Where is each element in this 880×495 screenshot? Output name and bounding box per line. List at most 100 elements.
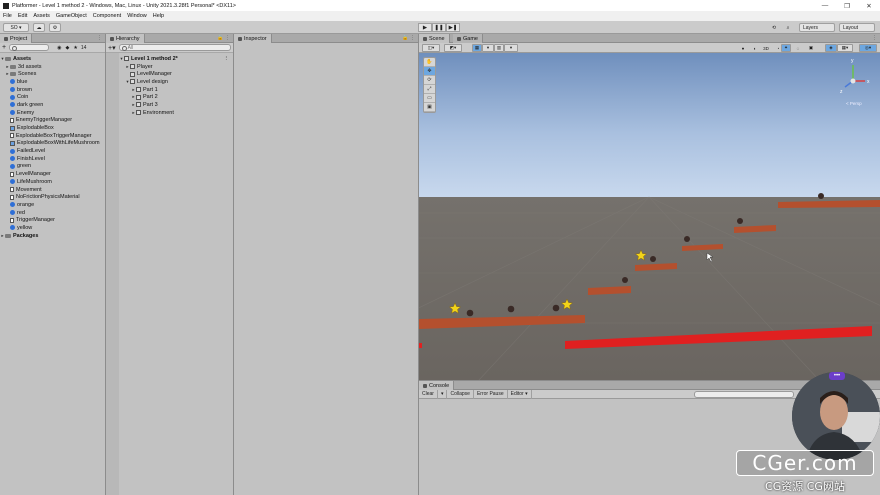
move-tool-icon[interactable]: ✥ xyxy=(424,67,435,76)
enemy-icon[interactable] xyxy=(650,256,656,262)
draw-mode-dropdown[interactable]: ◫▾ xyxy=(422,44,440,52)
enemy-icon[interactable] xyxy=(507,305,515,313)
project-search-input[interactable] xyxy=(9,44,50,51)
transform-tool-icon[interactable]: ▣ xyxy=(424,103,435,112)
collapse-button[interactable]: Collapse xyxy=(447,389,474,399)
project-list-item[interactable]: EnemyTriggerManager xyxy=(0,117,105,125)
step-button[interactable]: ▶❚ xyxy=(446,23,460,32)
account-dropdown[interactable]: SO ▾ xyxy=(3,23,29,32)
tab-game[interactable]: Game xyxy=(453,34,483,43)
pivot-toggle[interactable]: ▦ xyxy=(472,44,482,52)
hierarchy-item[interactable]: ▸ Player xyxy=(119,63,233,71)
layers-dropdown[interactable]: Layers xyxy=(799,23,835,32)
pause-button[interactable]: ❚❚ xyxy=(432,23,446,32)
hand-tool-icon[interactable]: ✋ xyxy=(424,58,435,67)
project-list-item[interactable]: ▸ Scenes xyxy=(0,70,105,78)
clear-button[interactable]: Clear xyxy=(419,389,438,399)
hierarchy-item[interactable]: LevelManager xyxy=(119,70,233,78)
history-icon[interactable]: ⟲ xyxy=(769,23,779,32)
global-toggle[interactable]: ▾ xyxy=(482,44,494,52)
lighting-icon[interactable]: ◐ xyxy=(750,44,760,52)
create-button[interactable]: + xyxy=(2,44,6,51)
label-icon[interactable]: ◆ xyxy=(65,45,69,51)
project-list-item[interactable]: orange xyxy=(0,201,105,209)
project-list-item[interactable]: ExplodableBox xyxy=(0,124,105,132)
project-list-item[interactable]: blue xyxy=(0,78,105,86)
snap-settings-dropdown[interactable]: ▾ xyxy=(504,44,518,52)
project-list-item[interactable]: LifeMushroom xyxy=(0,178,105,186)
enemy-icon[interactable] xyxy=(684,236,690,242)
scene-viewport[interactable]: y x z < Persp ✋ ✥ ⟳ ⤢ ▭ ▣ xyxy=(419,53,880,380)
project-list-item[interactable]: Movement xyxy=(0,186,105,194)
layout-dropdown[interactable]: Layout xyxy=(839,23,875,32)
search-icon[interactable]: ⌕ xyxy=(783,23,793,32)
project-list-item[interactable]: dark green xyxy=(0,101,105,109)
panel-menu-icon[interactable]: ⋮ xyxy=(872,35,877,41)
project-list-item[interactable]: green xyxy=(0,163,105,171)
gizmos-toggle[interactable]: ◈ xyxy=(825,44,837,52)
rect-tool-icon[interactable]: ▭ xyxy=(424,94,435,103)
tab-project[interactable]: Project xyxy=(0,34,33,43)
camera-icon[interactable]: ▣ xyxy=(805,44,817,52)
menu-edit[interactable]: Edit xyxy=(18,13,27,19)
tree-row-scene[interactable]: ▾ Level 1 method 2* ⋮ xyxy=(119,55,233,63)
mode-3d-toggle[interactable]: 3D xyxy=(760,44,772,52)
gizmos-dropdown[interactable]: ▦▾ xyxy=(837,44,853,52)
filter-icon[interactable]: ◉ xyxy=(57,45,61,51)
menu-gameobject[interactable]: GameObject xyxy=(56,13,87,19)
menu-component[interactable]: Component xyxy=(93,13,121,19)
project-list-item[interactable]: ExplodableBoxWithLifeMushroom xyxy=(0,140,105,148)
tab-hierarchy[interactable]: Hierarchy xyxy=(106,34,145,43)
enemy-icon[interactable] xyxy=(737,218,743,224)
effects-toggle[interactable]: ✦ xyxy=(781,44,791,52)
rotate-tool-icon[interactable]: ⟳ xyxy=(424,76,435,85)
panel-menu-icon[interactable]: ⋮ xyxy=(97,35,102,41)
project-list-item[interactable]: red xyxy=(0,209,105,217)
tree-row-packages[interactable]: ▸ Packages xyxy=(0,232,105,240)
project-list-item[interactable]: ▸ 3d assets xyxy=(0,63,105,71)
scene-menu-icon[interactable]: ⋮ xyxy=(224,56,230,62)
tab-inspector[interactable]: Inspector xyxy=(234,34,272,43)
draw-gizmo-icon[interactable]: ● xyxy=(738,44,748,52)
panel-menu-icon[interactable]: 🔒 ⋮ xyxy=(217,35,230,41)
hierarchy-item[interactable]: ▸ Part 3 xyxy=(119,101,233,109)
play-button[interactable]: ▶ xyxy=(418,23,432,32)
project-list-item[interactable]: NoFrictionPhysicsMaterial xyxy=(0,193,105,201)
project-list-item[interactable]: Enemy xyxy=(0,109,105,117)
star-icon[interactable]: ★ xyxy=(73,45,77,51)
collab-icon[interactable]: ⚙ xyxy=(49,23,61,32)
menu-window[interactable]: Window xyxy=(127,13,147,19)
menu-assets[interactable]: Assets xyxy=(33,13,50,19)
project-list-item[interactable]: FailedLevel xyxy=(0,147,105,155)
hidden-objects-icon[interactable]: ◌ xyxy=(793,44,803,52)
maximize-button[interactable]: ❐ xyxy=(836,0,858,11)
visibility-gutter[interactable] xyxy=(106,53,119,495)
grid-snap-toggle[interactable]: ▥ xyxy=(494,44,504,52)
tree-row-assets[interactable]: ▾ Assets xyxy=(0,55,105,63)
project-list-item[interactable]: brown xyxy=(0,86,105,94)
project-list-item[interactable]: ExplodableBoxTriggerManager xyxy=(0,132,105,140)
menu-file[interactable]: File xyxy=(3,13,12,19)
enemy-icon[interactable] xyxy=(466,309,474,317)
enemy-icon[interactable] xyxy=(552,304,560,312)
scale-tool-icon[interactable]: ⤢ xyxy=(424,85,435,94)
cloud-icon[interactable]: ☁ xyxy=(33,23,45,32)
hierarchy-search-input[interactable]: All xyxy=(118,44,231,51)
create-button[interactable]: +▾ xyxy=(108,44,116,52)
project-list-item[interactable]: FinishLevel xyxy=(0,155,105,163)
minimize-button[interactable]: — xyxy=(814,0,836,11)
hierarchy-item[interactable]: ▸ Environment xyxy=(119,109,233,117)
orientation-dropdown[interactable]: ◎▾ xyxy=(859,44,877,52)
project-list-item[interactable]: yellow xyxy=(0,224,105,232)
clear-options-dropdown[interactable]: ▾ xyxy=(438,389,448,399)
project-list-item[interactable]: LevelManager xyxy=(0,170,105,178)
project-list-item[interactable]: TriggerManager xyxy=(0,216,105,224)
tab-console[interactable]: Console xyxy=(419,381,455,390)
console-search-input[interactable] xyxy=(694,391,794,398)
enemy-icon[interactable] xyxy=(622,277,628,283)
editor-dropdown[interactable]: Editor ▾ xyxy=(508,389,532,399)
hierarchy-item[interactable]: ▸ Part 1 xyxy=(119,86,233,94)
project-list-item[interactable]: Coin xyxy=(0,93,105,101)
panel-menu-icon[interactable]: 🔒 ⋮ xyxy=(402,35,415,41)
render-mode-dropdown[interactable]: ◩▾ xyxy=(444,44,462,52)
